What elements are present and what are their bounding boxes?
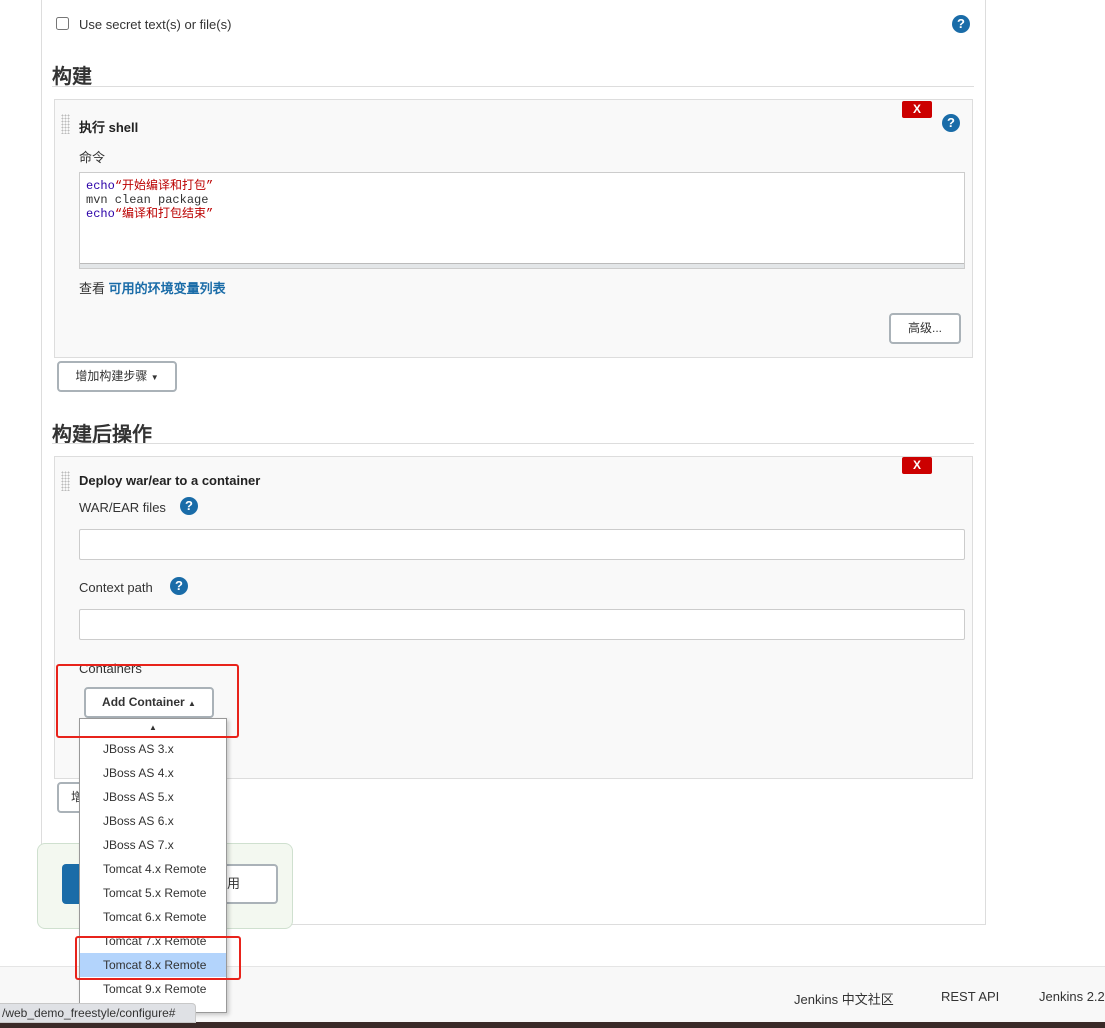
code-string: “开始编译和打包” [114,179,214,193]
drag-handle-icon[interactable] [61,471,70,491]
version-link[interactable]: Jenkins 2.2 [1039,989,1105,1004]
highlight-box [56,664,239,738]
context-path-label: Context path [79,580,153,595]
env-vars-link[interactable]: 可用的环境变量列表 [109,281,226,296]
menu-item[interactable]: Tomcat 9.x Remote [80,977,226,1001]
menu-item[interactable]: Tomcat 6.x Remote [80,905,226,929]
code-keyword: echo [86,207,115,221]
help-icon[interactable]: ? [942,114,960,132]
menu-item[interactable]: Tomcat 5.x Remote [80,881,226,905]
highlight-box [75,936,241,980]
env-prefix: 查看 [79,281,106,296]
env-vars-text: 查看 可用的环境变量列表 [79,278,226,297]
status-url-tooltip: /web_demo_freestyle/configure# [0,1003,196,1023]
community-link[interactable]: Jenkins 中文社区 [794,989,894,1008]
menu-item[interactable]: JBoss AS 7.x [80,833,226,857]
command-label: 命令 [79,150,106,165]
divider [52,86,974,87]
resize-handle[interactable] [80,263,964,268]
menu-item[interactable]: JBoss AS 5.x [80,785,226,809]
context-path-input[interactable] [79,609,965,640]
war-files-input[interactable] [79,529,965,560]
add-build-step-button[interactable]: 增加构建步骤 ▼ [57,361,177,392]
advanced-button[interactable]: 高级... [889,313,961,344]
code-line: mvn clean package [86,193,209,207]
secret-checkbox[interactable] [56,17,69,30]
menu-item[interactable]: Tomcat 4.x Remote [80,857,226,881]
help-icon[interactable]: ? [952,15,970,33]
delete-step-button[interactable]: X [902,101,932,118]
button-label: 增加构建步骤 [75,369,148,383]
step-title: Deploy war/ear to a container [79,473,261,488]
rest-api-link[interactable]: REST API [941,989,999,1004]
caret-down-icon: ▼ [150,373,159,382]
drag-handle-icon[interactable] [61,114,70,134]
help-icon[interactable]: ? [180,497,198,515]
war-label: WAR/EAR files [79,500,166,515]
secret-checkbox-label: Use secret text(s) or file(s) [79,17,232,32]
command-textarea[interactable]: echo“开始编译和打包” mvn clean package echo“编译和… [79,172,965,269]
menu-item[interactable]: JBoss AS 4.x [80,761,226,785]
delete-step-button[interactable]: X [902,457,932,474]
code-string: “编译和打包结束” [114,207,214,221]
menu-item[interactable]: JBoss AS 3.x [80,737,226,761]
help-icon[interactable]: ? [170,577,188,595]
divider [52,443,974,444]
menu-item[interactable]: JBoss AS 6.x [80,809,226,833]
code-keyword: echo [86,179,115,193]
build-heading: 构建 [52,66,92,88]
step-title: 执行 shell [79,120,139,135]
